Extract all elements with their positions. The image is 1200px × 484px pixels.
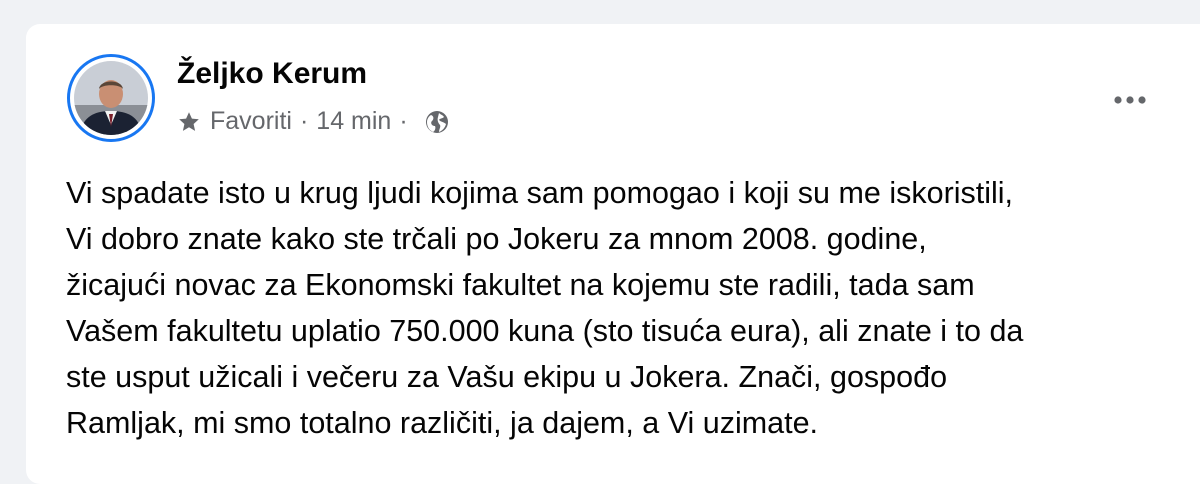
meta-separator: · [399,107,408,135]
star-icon [177,110,201,134]
post-text: Vi spadate isto u krug ljudi kojima sam … [66,170,1200,446]
more-options-button[interactable] [1106,80,1154,120]
post-text-line: Vi spadate isto u krug ljudi kojima sam … [66,176,1014,210]
audience-label[interactable]: Favoriti [210,107,292,136]
post-card: Željko Kerum Favoriti · 14 min · Vi spad… [26,24,1200,484]
more-options-icon [1114,91,1146,109]
post-text-line: Ramljak, mi smo totalno različiti, ja da… [66,406,819,440]
post-meta: Favoriti · 14 min · [177,107,450,136]
meta-separator: · [299,107,309,135]
post-text-line: žicajući novac za Ekonomski fakultet na … [66,268,975,302]
avatar-photo [74,61,148,135]
author-name[interactable]: Željko Kerum [177,57,367,91]
post-text-line: Vašem fakultetu uplatio 750.000 kuna (st… [66,314,1024,348]
post-text-line: ste usput užicali i večeru za Vašu ekipu… [66,360,948,394]
post-text-line: Vi dobro znate kako ste trčali po Jokeru… [66,222,927,256]
post-timestamp[interactable]: 14 min [316,107,391,136]
globe-icon[interactable] [424,109,450,135]
author-avatar[interactable] [67,54,155,142]
